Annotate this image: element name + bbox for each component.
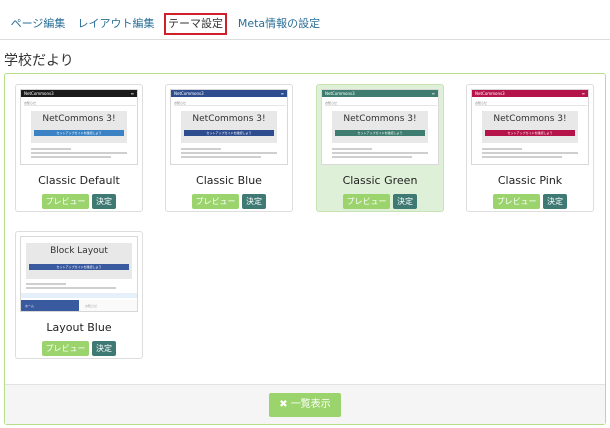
- list-view-label: 一覧表示: [290, 399, 331, 410]
- theme-card-classic-pink[interactable]: NetCommons3 ≡ お知らせ NetCommons 3! セットアップガイドを確…: [466, 84, 594, 212]
- thumbnail-breadcrumb: お知らせ: [174, 101, 286, 106]
- thumbnail-strip: セットアップガイドを確認しよう: [29, 264, 129, 270]
- theme-thumbnail: NetCommons3 ≡ お知らせ NetCommons 3! セットアップガイドを確…: [170, 89, 288, 165]
- apply-button[interactable]: 決定: [92, 341, 116, 356]
- thumbnail-jumbotron: NetCommons 3! セットアップガイドを確認しよう: [482, 111, 578, 143]
- thumbnail-text-line: [181, 148, 221, 150]
- apply-button[interactable]: 決定: [242, 194, 266, 209]
- theme-actions: プレビュー 決定: [467, 194, 593, 209]
- thumbnail-jumbotron: NetCommons 3! セットアップガイドを確認しよう: [31, 111, 127, 143]
- apply-button[interactable]: 決定: [92, 194, 116, 209]
- thumbnail-text-line: [332, 152, 428, 154]
- thumbnail-headline: NetCommons 3!: [192, 114, 266, 124]
- preview-button[interactable]: プレビュー: [343, 194, 390, 209]
- tab-layout-edit[interactable]: レイアウト編集: [76, 12, 156, 36]
- theme-card-classic-default[interactable]: NetCommons3 ≡ お知らせ NetCommons 3! セットアップガイドを確…: [15, 84, 143, 212]
- thumbnail-strip: セットアップガイドを確認しよう: [335, 130, 425, 136]
- thumbnail-breadcrumb: お知らせ: [24, 101, 136, 106]
- thumbnail-text-line: [31, 148, 71, 150]
- menu-icon: ≡: [581, 91, 585, 96]
- thumbnail-breadcrumb: お知らせ: [325, 101, 437, 106]
- thumbnail-headline: Block Layout: [50, 246, 108, 256]
- thumbnail-site-name: NetCommons3: [325, 91, 355, 96]
- theme-name: Classic Blue: [196, 174, 262, 187]
- thumbnail-strip-text: セットアップガイドを確認しよう: [357, 131, 403, 135]
- list-view-button[interactable]: ✖ 一覧表示: [269, 393, 341, 417]
- thumbnail-header-bar: NetCommons3 ≡: [21, 90, 137, 97]
- thumbnail-left-text: ホーム: [25, 304, 34, 308]
- menu-icon: ≡: [431, 91, 435, 96]
- thumbnail-text-line: [482, 156, 562, 158]
- thumbnail-header-bar: NetCommons3 ≡: [322, 90, 438, 97]
- thumbnail-strip-text: セットアップガイドを確認しよう: [56, 131, 102, 135]
- tab-bar: ページ編集 レイアウト編集 テーマ設定 Meta情報の設定: [0, 0, 610, 40]
- thumbnail-site-name: NetCommons3: [24, 91, 54, 96]
- theme-actions: プレビュー 決定: [16, 341, 142, 356]
- theme-panel: NetCommons3 ≡ お知らせ NetCommons 3! セットアップガイドを確…: [4, 73, 606, 425]
- thumbnail-header-bar: NetCommons3 ≡: [472, 90, 588, 97]
- thumbnail-text-line: [332, 156, 412, 158]
- theme-name: Layout Blue: [46, 321, 112, 334]
- thumbnail-text-line: [26, 287, 116, 289]
- thumbnail-strip-text: セットアップガイドを確認しよう: [56, 265, 102, 269]
- thumbnail-site-name: NetCommons3: [475, 91, 505, 96]
- theme-actions: プレビュー 決定: [16, 194, 142, 209]
- thumbnail-strip-text: セットアップガイドを確認しよう: [206, 131, 252, 135]
- thumbnail-strip: セットアップガイドを確認しよう: [485, 130, 575, 136]
- thumbnail-text-line: [31, 152, 127, 154]
- theme-thumbnail: NetCommons3 ≡ お知らせ NetCommons 3! セットアップガイドを確…: [321, 89, 439, 165]
- thumbnail-strip: セットアップガイドを確認しよう: [184, 130, 274, 136]
- apply-button[interactable]: 決定: [543, 194, 567, 209]
- menu-icon: ≡: [130, 91, 134, 96]
- tab-meta-settings[interactable]: Meta情報の設定: [234, 12, 324, 36]
- page-title: 学校だより: [4, 53, 74, 69]
- theme-name: Classic Default: [38, 174, 120, 187]
- thumbnail-headline: NetCommons 3!: [493, 114, 567, 124]
- theme-card-classic-blue[interactable]: NetCommons3 ≡ お知らせ NetCommons 3! セットアップガイドを確…: [165, 84, 293, 212]
- thumbnail-right-text: お知らせ: [85, 304, 97, 308]
- thumbnail-headline: NetCommons 3!: [343, 114, 417, 124]
- thumbnail-headline: NetCommons 3!: [42, 114, 116, 124]
- thumbnail-breadcrumb: お知らせ: [475, 101, 587, 106]
- theme-actions: プレビュー 決定: [166, 194, 292, 209]
- preview-button[interactable]: プレビュー: [192, 194, 239, 209]
- theme-thumbnail: NetCommons3 ≡ お知らせ NetCommons 3! セットアップガイドを確…: [471, 89, 589, 165]
- theme-name: Classic Pink: [497, 174, 563, 187]
- panel-footer: ✖ 一覧表示: [5, 384, 605, 424]
- thumbnail-left-block: ホーム: [21, 300, 79, 311]
- thumbnail-jumbotron: NetCommons 3! セットアップガイドを確認しよう: [181, 111, 277, 143]
- preview-button[interactable]: プレビュー: [42, 194, 89, 209]
- thumbnail-strip-text: セットアップガイドを確認しよう: [507, 131, 553, 135]
- menu-icon: ≡: [280, 91, 284, 96]
- close-icon: ✖: [279, 399, 288, 410]
- theme-thumbnail: NetCommons3 ≡ お知らせ NetCommons 3! セットアップガイドを確…: [20, 89, 138, 165]
- thumbnail-text-line: [31, 156, 111, 158]
- preview-button[interactable]: プレビュー: [493, 194, 540, 209]
- thumbnail-right-block: お知らせ: [79, 300, 137, 311]
- thumbnail-site-name: NetCommons3: [174, 91, 204, 96]
- theme-actions: プレビュー 決定: [317, 194, 443, 209]
- theme-card-layout-blue[interactable]: Block Layout セットアップガイドを確認しよう ホーム お知らせ La…: [15, 231, 143, 359]
- thumbnail-text-line: [181, 156, 261, 158]
- thumbnail-jumbotron: NetCommons 3! セットアップガイドを確認しよう: [332, 111, 428, 143]
- thumbnail-text-line: [26, 283, 66, 285]
- theme-thumbnail: Block Layout セットアップガイドを確認しよう ホーム お知らせ: [20, 236, 138, 312]
- thumbnail-header-bar: NetCommons3 ≡: [171, 90, 287, 97]
- thumbnail-strip: セットアップガイドを確認しよう: [34, 130, 124, 136]
- theme-name: Classic Green: [342, 174, 418, 187]
- thumbnail-text-line: [332, 148, 372, 150]
- thumbnail-jumbotron: Block Layout セットアップガイドを確認しよう: [26, 243, 132, 279]
- tab-page-edit[interactable]: ページ編集: [4, 12, 72, 36]
- thumbnail-text-line: [181, 152, 277, 154]
- preview-button[interactable]: プレビュー: [42, 341, 89, 356]
- apply-button[interactable]: 決定: [393, 194, 417, 209]
- tab-theme-settings[interactable]: テーマ設定: [164, 13, 227, 35]
- theme-card-classic-green[interactable]: NetCommons3 ≡ お知らせ NetCommons 3! セットアップガイドを確…: [316, 84, 444, 212]
- thumbnail-band: [21, 293, 137, 298]
- thumbnail-text-line: [482, 152, 578, 154]
- thumbnail-text-line: [482, 148, 522, 150]
